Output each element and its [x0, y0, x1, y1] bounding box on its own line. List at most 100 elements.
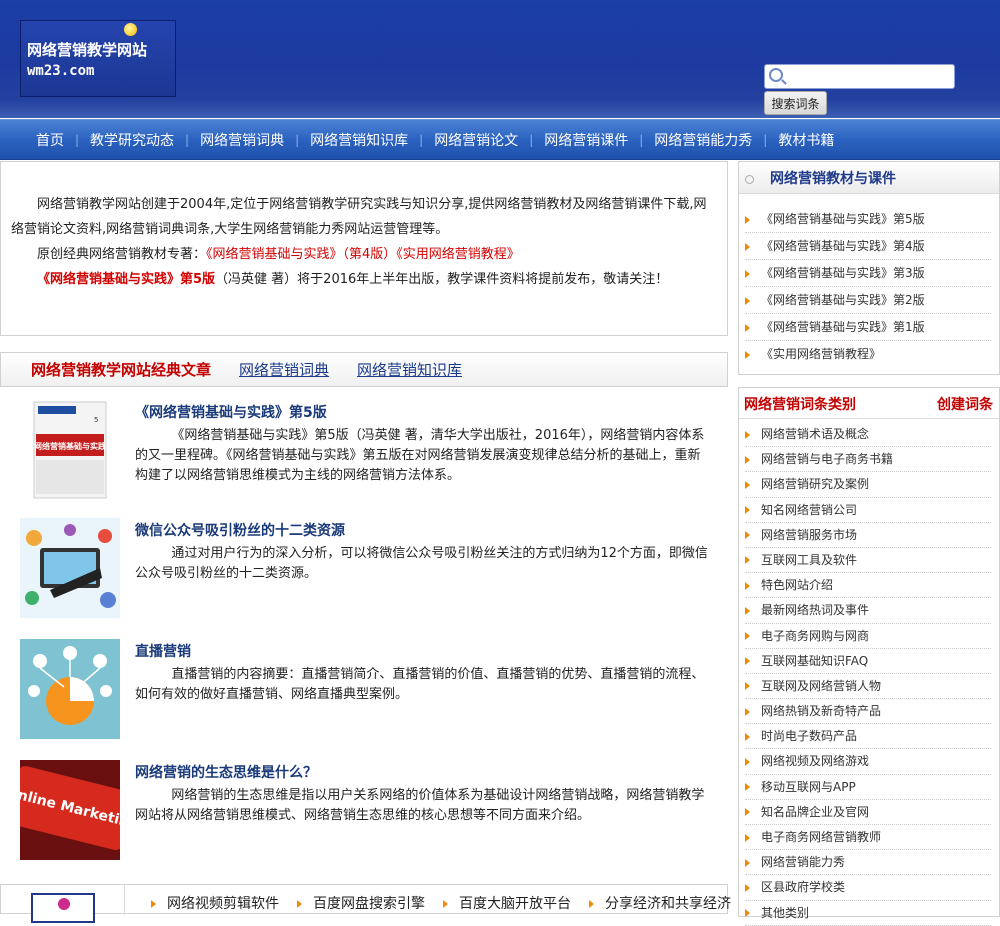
sidebar-book-item[interactable]: 《实用网络营销教程》 [745, 341, 991, 368]
book-cover-thumbnail[interactable]: 网络营销基础与实践 5 [20, 400, 120, 500]
arrow-icon [745, 556, 750, 565]
arrow-icon [745, 350, 750, 359]
article-item: 直播营销 直播营销的内容摘要：直播营销简介、直播营销的价值、直播营销的优势、直播… [0, 639, 728, 759]
logo-title: 网络营销教学网站 [27, 41, 148, 59]
sidebar-category-item[interactable]: 互联网及网络营销人物 [745, 674, 991, 700]
article-title[interactable]: 微信公众号吸引粉丝的十二类资源 [135, 520, 345, 540]
intro-textbooks-prefix: 原创经典网络营销教材专著： [37, 247, 207, 262]
intro-textbooks-link[interactable]: 《网络营销基础与实践》（第4版）《实用网络营销教程》 [206, 247, 520, 262]
sidebar-category-item[interactable]: 网络视频及网络游戏 [745, 749, 991, 775]
article-item: Online Marketing 网络营销的生态思维是什么？ 网络营销的生态思维… [0, 760, 728, 880]
arrow-icon [745, 833, 750, 842]
search-button[interactable]: 搜索词条 [764, 91, 827, 115]
nav-dictionary[interactable]: 网络营销词典 [189, 130, 295, 150]
sidebar-category-item[interactable]: 移动互联网与APP [745, 775, 991, 800]
book-cover-title: 网络营销基础与实践 [34, 441, 106, 451]
related-thumbnail[interactable] [31, 893, 95, 923]
sidebar-category-item[interactable]: 区县政府学校类 [745, 875, 991, 901]
nav-courseware[interactable]: 网络营销课件 [533, 130, 639, 150]
sidebar-category-item[interactable]: 网络营销与电子商务书籍 [745, 447, 991, 473]
sidebar-category-item[interactable]: 特色网站介绍 [745, 573, 991, 599]
arrow-icon [443, 900, 448, 908]
live-marketing-thumbnail[interactable] [20, 639, 120, 739]
sidebar-book-item[interactable]: 《网络营销基础与实践》第2版 [745, 287, 991, 314]
related-link[interactable]: 百度网盘搜索引擎 [297, 893, 425, 913]
related-link[interactable]: 网络视频剪辑软件 [151, 893, 279, 913]
arrow-icon [745, 883, 750, 892]
nav-teaching-news[interactable]: 教学研究动态 [79, 130, 185, 150]
article-item: 网络营销基础与实践 5 《网络营销基础与实践》第5版 《网络营销基础与实践》第5… [0, 400, 728, 520]
sidebar-categories-header: 网络营销词条类别 创建词条 [739, 388, 999, 419]
intro-announcement: 《网络营销基础与实践》第5版（冯英健 著）将于2016年上半年出版，教学课件资料… [11, 267, 717, 292]
article-summary: 网络营销的生态思维是指以用户关系网络的价值体系为基础设计网络营销战略，网络营销教… [135, 788, 705, 823]
article-tabs: 网络营销教学网站经典文章 网络营销词典 网络营销知识库 [0, 352, 728, 387]
nav-knowledge-base[interactable]: 网络营销知识库 [299, 130, 419, 150]
arrow-icon [745, 707, 750, 716]
arrow-icon [745, 531, 750, 540]
sidebar-category-item[interactable]: 知名网络营销公司 [745, 498, 991, 523]
related-links-panel: 网络视频剪辑软件 百度网盘搜索引擎 百度大脑开放平台 分享经济和共享经济 [0, 884, 731, 923]
site-logo[interactable]: 网络营销教学网站 wm23.com [20, 20, 176, 97]
arrow-icon [745, 215, 750, 224]
article-title[interactable]: 《网络营销基础与实践》第5版 [135, 402, 327, 422]
arrow-icon [745, 858, 750, 867]
arrow-icon [745, 323, 750, 332]
arrow-icon [589, 900, 594, 908]
arrow-icon [745, 732, 750, 741]
sidebar-category-item[interactable]: 网络营销服务市场 [745, 523, 991, 548]
search-icon [769, 68, 783, 82]
nav-home[interactable]: 首页 [25, 130, 75, 150]
arrow-icon [745, 909, 750, 918]
nav-textbooks[interactable]: 教材书籍 [767, 130, 845, 150]
sidebar-category-item[interactable]: 互联网工具及软件 [745, 548, 991, 574]
divider [124, 885, 125, 915]
wechat-thumbnail[interactable] [20, 518, 120, 618]
sidebar-category-item[interactable]: 互联网基础知识FAQ [745, 649, 991, 674]
intro-announcement-link[interactable]: 《网络营销基础与实践》第5版 [37, 272, 215, 287]
related-link[interactable]: 百度大脑开放平台 [443, 893, 571, 913]
tab-dictionary[interactable]: 网络营销词典 [239, 359, 329, 380]
article-summary: 《网络营销基础与实践》第5版（冯英健 著，清华大学出版社，2016年），网络营销… [135, 428, 705, 483]
arrow-icon [745, 480, 750, 489]
sidebar-category-item[interactable]: 知名品牌企业及官网 [745, 800, 991, 825]
sidebar-category-item[interactable]: 电子商务网络营销教师 [745, 825, 991, 851]
logo-domain: wm23.com [27, 63, 95, 79]
arrow-icon [745, 632, 750, 640]
intro-paragraph: 网络营销教学网站创建于2004年,定位于网络营销教学研究实践与知识分享,提供网络… [11, 197, 707, 237]
online-marketing-thumbnail[interactable]: Online Marketing [20, 760, 120, 860]
sidebar-book-item[interactable]: 《网络营销基础与实践》第1版 [745, 314, 991, 341]
arrow-icon [745, 581, 750, 590]
sidebar-category-item[interactable]: 网络营销能力秀 [745, 850, 991, 876]
arrow-icon [297, 900, 302, 908]
related-link[interactable]: 分享经济和共享经济 [589, 893, 731, 913]
sidebar-category-item[interactable]: 电子商务网购与网商 [745, 624, 991, 649]
sidebar-book-item[interactable]: 《网络营销基础与实践》第3版 [745, 260, 991, 287]
article-title[interactable]: 直播营销 [135, 641, 191, 661]
arrow-icon [745, 506, 750, 515]
sidebar-category-item[interactable]: 网络营销研究及案例 [745, 472, 991, 498]
sidebar-categories-title: 网络营销词条类别 [744, 397, 856, 413]
nav-ability-show[interactable]: 网络营销能力秀 [643, 130, 763, 150]
sidebar-category-item[interactable]: 时尚电子数码产品 [745, 724, 991, 750]
svg-text:5: 5 [94, 416, 98, 424]
sidebar-books-list: 《网络营销基础与实践》第5版 《网络营销基础与实践》第4版 《网络营销基础与实践… [739, 194, 999, 368]
sidebar-categories-list: 网络营销术语及概念 网络营销与电子商务书籍 网络营销研究及案例 知名网络营销公司 网络营… [739, 419, 999, 926]
tab-classic-articles[interactable]: 网络营销教学网站经典文章 [31, 359, 211, 380]
create-entry-link[interactable]: 创建词条 [937, 394, 993, 414]
article-summary: 直播营销的内容摘要：直播营销简介、直播营销的价值、直播营销的优势、直播营销的流程… [135, 667, 705, 702]
arrow-icon [745, 757, 750, 766]
article-summary: 通过对用户行为的深入分析，可以将微信公众号吸引粉丝关注的方式归纳为12个方面，即… [135, 546, 708, 581]
sidebar-book-item[interactable]: 《网络营销基础与实践》第4版 [745, 233, 991, 260]
sidebar-category-item[interactable]: 其他类别 [745, 901, 991, 926]
article-title[interactable]: 网络营销的生态思维是什么？ [135, 762, 317, 782]
tab-knowledge-base[interactable]: 网络营销知识库 [357, 359, 462, 380]
nav-papers[interactable]: 网络营销论文 [423, 130, 529, 150]
sidebar-category-item[interactable]: 网络营销术语及概念 [745, 422, 991, 448]
sidebar-category-item[interactable]: 最新网络热词及事件 [745, 598, 991, 624]
sidebar-book-item[interactable]: 《网络营销基础与实践》第5版 [745, 206, 991, 233]
search-input[interactable] [787, 67, 952, 86]
sidebar-category-item[interactable]: 网络热销及新奇特产品 [745, 699, 991, 725]
arrow-icon [745, 808, 750, 817]
arrow-icon [745, 242, 750, 251]
arrow-icon [745, 783, 750, 792]
